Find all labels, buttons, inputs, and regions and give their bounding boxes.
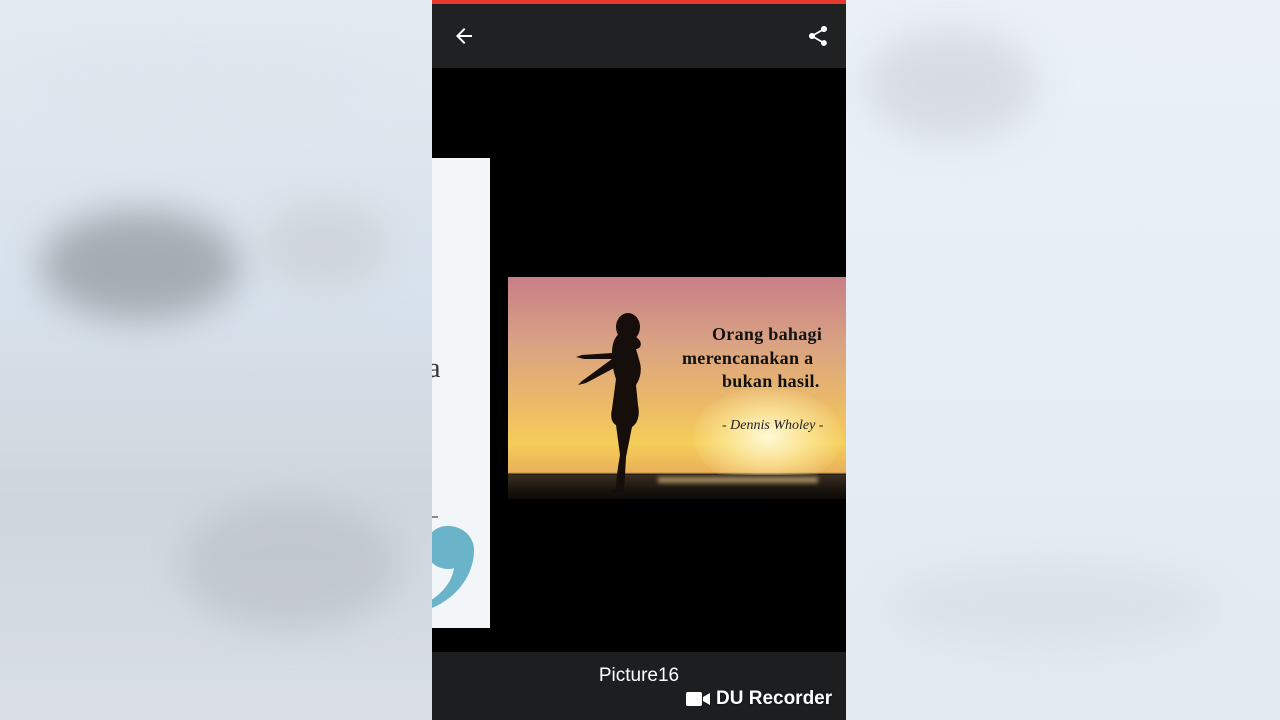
quote-line-3: bukan hasil.: [722, 371, 820, 391]
previous-picture-peek[interactable]: a: [432, 158, 490, 628]
quote-author: - Dennis Wholey -: [722, 418, 824, 433]
comma-quote-icon: [432, 526, 474, 608]
previous-picture-mark: [432, 516, 438, 518]
previous-picture-text: a: [432, 353, 441, 384]
blurred-backdrop-left: [0, 0, 432, 720]
recorder-watermark: DU Recorder: [686, 688, 832, 710]
arrow-left-icon: [456, 28, 472, 44]
video-camera-icon: [686, 692, 710, 706]
blurred-backdrop-right: [846, 0, 1280, 720]
woman-silhouette-icon: [576, 313, 641, 493]
phone-screen: a Orang bahagi merencanakan a bukan hasi…: [432, 0, 846, 720]
current-picture[interactable]: Orang bahagi merencanakan a bukan hasil.…: [508, 277, 846, 499]
share-button[interactable]: [794, 12, 842, 60]
picture-sun-glow: [693, 387, 843, 487]
top-toolbar: [432, 4, 846, 68]
quote-line-1: Orang bahagi: [712, 324, 823, 344]
back-button[interactable]: [440, 12, 488, 60]
watermark-label: DU Recorder: [716, 688, 833, 709]
picture-sea-shine: [658, 477, 818, 483]
share-icon: [809, 26, 827, 46]
quote-line-2: merencanakan a: [682, 348, 814, 368]
picture-title: Picture16: [598, 665, 680, 686]
image-viewer[interactable]: a Orang bahagi merencanakan a bukan hasi…: [432, 68, 846, 652]
